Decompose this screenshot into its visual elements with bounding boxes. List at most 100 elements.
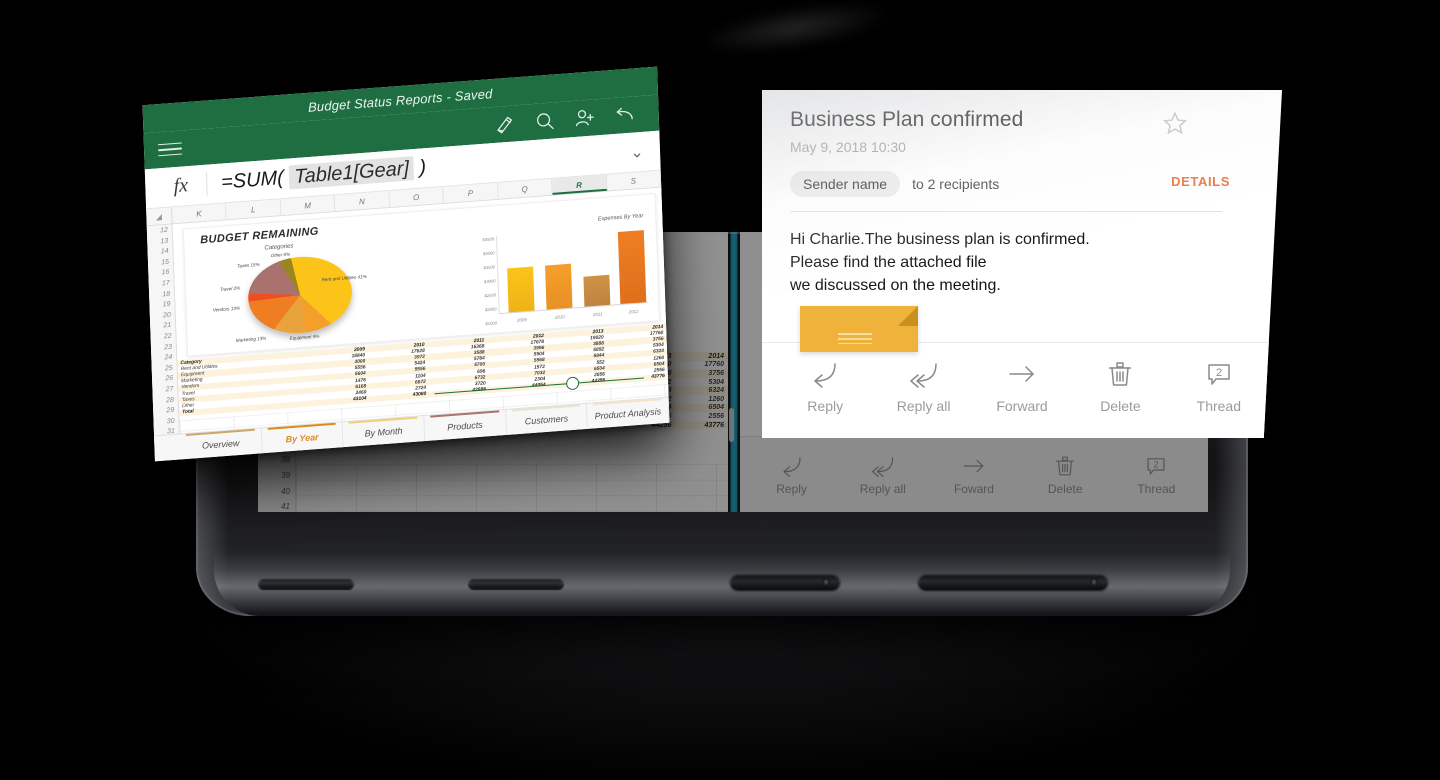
pie-chart-slices xyxy=(246,253,354,337)
email-body-line: Hi Charlie.The business plan is confirme… xyxy=(790,231,1090,248)
background-email-action-foward[interactable]: Foward xyxy=(932,454,1016,496)
details-button[interactable]: DETAILS xyxy=(1171,174,1230,189)
table-cell: 17760 xyxy=(704,361,724,369)
usb-port xyxy=(730,574,840,590)
email-action-thread[interactable]: 2 Thread xyxy=(1170,359,1268,414)
email-action-reply-all[interactable]: Reply all xyxy=(874,359,972,414)
background-row-header: 38 xyxy=(281,455,290,465)
email-action-label: Thread xyxy=(1196,398,1241,414)
table-cell: 6324 xyxy=(675,386,728,395)
background-row-header: 39 xyxy=(281,470,290,480)
y-tick-3000: $3000 xyxy=(483,278,496,285)
formula-prefix: =SUM( xyxy=(220,166,285,194)
sender-name-chip[interactable]: Sender name xyxy=(790,171,901,197)
chevron-down-icon[interactable]: ⌄ xyxy=(624,141,651,163)
pie-label-vendors: Vendors 13% xyxy=(212,305,241,313)
background-empty-grid xyxy=(296,464,728,512)
email-body-line: Please find the attached file xyxy=(790,254,987,272)
y-tick-2500: $2500 xyxy=(484,292,497,299)
bar-chart-y-axis xyxy=(496,236,500,315)
table-cell: 43776 xyxy=(675,420,728,430)
select-all-corner[interactable]: ◢ xyxy=(146,207,173,226)
reply-arrow-icon xyxy=(782,456,801,477)
power-button[interactable] xyxy=(468,578,564,589)
split-screen-divider[interactable] xyxy=(728,232,740,512)
y-tick-1000: $1000 xyxy=(485,320,498,327)
email-action-label: Reply all xyxy=(896,398,951,414)
y-tick-4000: $4000 xyxy=(482,250,495,257)
email-action-label: Delete xyxy=(1100,398,1141,414)
recipients-label: to 2 recipients xyxy=(912,176,1000,192)
floating-email-window[interactable]: Business Plan confirmed May 9, 2018 10:3… xyxy=(762,90,1282,438)
background-email-action-label: Delete xyxy=(1047,481,1083,496)
pie-label-equipment: Equipment 9% xyxy=(289,333,320,341)
background-email-action-label: Thread xyxy=(1137,481,1176,496)
reply-all-arrow-icon xyxy=(909,363,937,388)
pie-chart-title: Categories xyxy=(264,243,294,252)
thread-bubble-icon: 2 xyxy=(1208,364,1230,385)
email-attachment-icon[interactable] xyxy=(800,306,918,352)
trash-bin-icon xyxy=(1056,456,1075,475)
background-email-action-delete[interactable]: Delete xyxy=(1023,454,1107,496)
cell-selection-handle[interactable] xyxy=(565,376,580,391)
floating-spreadsheet-window[interactable]: Budget Status Reports - Saved fx =SUM(T… xyxy=(142,66,670,462)
email-action-forward[interactable]: Forward xyxy=(973,359,1071,414)
speaker-grille xyxy=(918,574,1108,590)
split-screen-drag-handle[interactable] xyxy=(729,408,734,442)
formula-suffix: ) xyxy=(419,156,427,179)
bar-label-2010: 2010 xyxy=(554,314,565,320)
y-tick-2000: $2000 xyxy=(484,306,497,313)
trash-bin-icon xyxy=(1109,362,1132,386)
bar-label-2009: 2009 xyxy=(516,317,527,323)
svg-text:2: 2 xyxy=(1154,459,1159,469)
pie-label-taxes: Taxes 15% xyxy=(237,261,260,269)
svg-text:2: 2 xyxy=(1216,367,1222,379)
background-email-action-thread[interactable]: 2 Thread xyxy=(1114,454,1198,496)
bar-label-2012: 2012 xyxy=(628,308,639,315)
email-header: Business Plan confirmed May 9, 2018 10:3… xyxy=(762,90,1282,298)
pie-label-marketing: Marketing 13% xyxy=(235,335,267,343)
screenshot-stage: 242526272829303132333435363738394041 Cat… xyxy=(0,0,1440,780)
y-tick-4500: $4500 xyxy=(482,236,495,243)
email-header-divider xyxy=(790,211,1222,212)
bar-2012 xyxy=(617,230,647,305)
email-action-reply[interactable]: Reply xyxy=(776,359,874,414)
email-action-label: Reply xyxy=(807,398,844,414)
volume-button[interactable] xyxy=(258,578,354,589)
email-body-line: we discussed on the meeting. xyxy=(790,277,1001,295)
star-outline-icon[interactable] xyxy=(1162,110,1188,136)
table-header-cell: 2014 xyxy=(675,352,728,361)
email-timestamp: May 9, 2018 10:30 xyxy=(790,139,906,155)
reply-all-arrow-icon xyxy=(871,456,893,477)
fx-label: fx xyxy=(154,172,208,200)
pen-edit-icon[interactable] xyxy=(485,112,526,137)
undo-icon[interactable] xyxy=(604,103,645,128)
reply-arrow-icon xyxy=(814,363,836,388)
table-cell: 3756 xyxy=(675,369,728,378)
background-email-action-bar: Reply Reply all Foward Delete 2 Thread xyxy=(740,436,1208,512)
background-email-action-label: Reply all xyxy=(859,481,906,496)
background-email-action-label: Reply xyxy=(776,481,807,496)
background-email-action-reply[interactable]: Reply xyxy=(750,454,834,496)
forward-arrow-icon xyxy=(1009,366,1034,382)
pie-chart[interactable]: Categories Rent and Utilities 41% Equipm… xyxy=(213,237,388,350)
email-action-label: Forward xyxy=(996,398,1048,414)
background-email-action-reply-all[interactable]: Reply all xyxy=(841,454,925,496)
table-cell: 6504 xyxy=(675,403,728,413)
search-icon[interactable] xyxy=(525,109,566,134)
ambient-glow-top xyxy=(698,0,892,63)
forward-arrow-icon xyxy=(963,459,984,472)
thread-bubble-icon: 2 xyxy=(1147,457,1165,475)
formula-table-reference[interactable]: Table1[Gear] xyxy=(288,156,415,190)
table-cell: 5304 xyxy=(708,378,724,386)
y-tick-3500: $3500 xyxy=(483,264,496,271)
bar-chart[interactable]: Expenses By Year $4500 $4000 $3500 $3000… xyxy=(470,213,651,330)
email-action-delete[interactable]: Delete xyxy=(1071,359,1169,414)
bar-2009 xyxy=(507,266,535,313)
hamburger-menu-icon[interactable] xyxy=(157,138,183,161)
bar-2011 xyxy=(583,274,611,307)
add-person-icon[interactable] xyxy=(565,106,606,131)
bar-label-2011: 2011 xyxy=(592,311,603,318)
email-body: Hi Charlie.The business plan is confirme… xyxy=(790,228,1246,298)
table-cell: 1260 xyxy=(708,395,724,403)
